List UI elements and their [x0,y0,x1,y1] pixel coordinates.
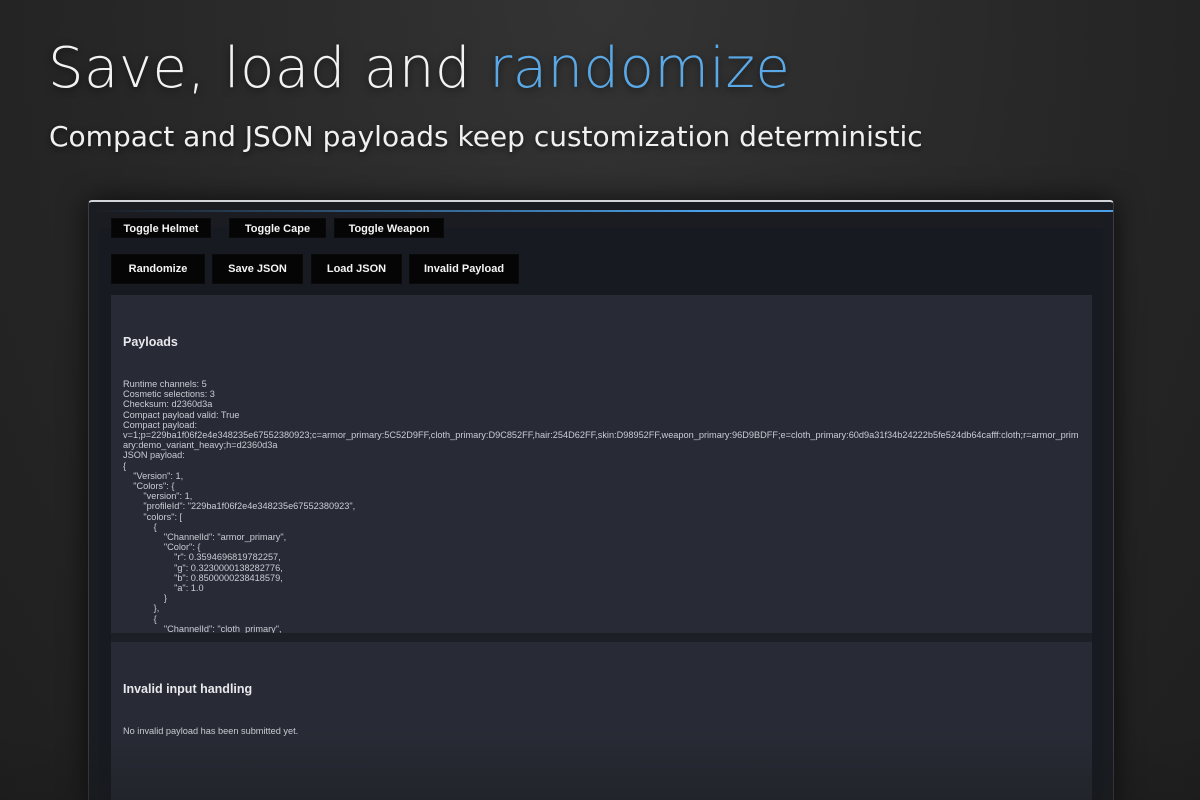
hero-subtitle: Compact and JSON payloads keep customiza… [49,120,923,153]
payloads-panel[interactable]: Payloads Runtime channels: 5 Cosmetic se… [111,295,1092,633]
payloads-title: Payloads [123,335,178,349]
load-json-button[interactable]: Load JSON [311,254,402,284]
payloads-output: Runtime channels: 5 Cosmetic selections:… [123,379,1079,633]
toggle-cape-button[interactable]: Toggle Cape [229,218,326,238]
hero-title-main: Save, load and [48,36,490,101]
toggle-weapon-button[interactable]: Toggle Weapon [334,218,444,238]
app-window: Toggle Helmet Toggle Cape Toggle Weapon … [88,200,1114,800]
invalid-status-text: No invalid payload has been submitted ye… [123,726,299,736]
invalid-title: Invalid input handling [123,682,253,696]
showcase-page: Save, load and randomize Compact and JSO… [0,0,1200,800]
window-accent-line [89,210,1113,212]
invalid-input-panel: Invalid input handling No invalid payloa… [111,642,1092,800]
app-content: Toggle Helmet Toggle Cape Toggle Weapon … [99,218,1103,800]
hero-title: Save, load and randomize [48,36,790,101]
invalid-payload-button[interactable]: Invalid Payload [409,254,519,284]
toggle-helmet-button[interactable]: Toggle Helmet [111,218,211,238]
hero-title-accent: randomize [489,36,791,101]
randomize-button[interactable]: Randomize [111,254,205,284]
save-json-button[interactable]: Save JSON [212,254,303,284]
panel-divider [111,633,1092,642]
